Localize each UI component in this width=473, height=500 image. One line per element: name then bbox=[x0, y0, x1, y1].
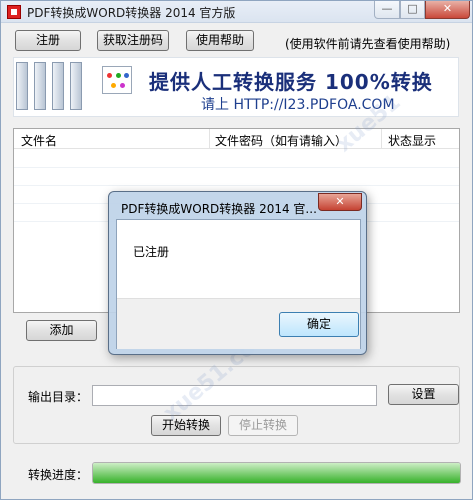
window-title: PDF转换成WORD转换器 2014 官方版 bbox=[27, 6, 236, 20]
output-settings-button[interactable]: 设置 bbox=[388, 384, 459, 405]
get-registration-code-button[interactable]: 获取注册码 bbox=[97, 30, 169, 51]
column-divider[interactable] bbox=[209, 129, 210, 149]
column-header-filename[interactable]: 文件名 bbox=[21, 132, 57, 149]
progress-label: 转换进度： bbox=[28, 468, 89, 482]
banner-board-icon bbox=[102, 66, 132, 94]
progress-bar-fill bbox=[93, 463, 460, 483]
dialog-close-button[interactable]: ✕ bbox=[318, 193, 362, 211]
help-hint-text: (使用软件前请先查看使用帮助) bbox=[285, 37, 451, 51]
column-divider[interactable] bbox=[381, 129, 382, 149]
banner-graphic-panel bbox=[70, 62, 82, 110]
column-header-status[interactable]: 状态显示 bbox=[388, 132, 436, 149]
start-conversion-button[interactable]: 开始转换 bbox=[151, 415, 221, 436]
main-window: PDF转换成WORD转换器 2014 官方版 — □ ✕ 注册 获取注册码 使用… bbox=[0, 0, 473, 500]
app-pdf-icon bbox=[7, 5, 21, 19]
dialog-title: PDF转换成WORD转换器 2014 官... bbox=[121, 202, 317, 216]
banner-graphic-panel bbox=[52, 62, 64, 110]
promo-banner[interactable]: 提供人工转换服务 100%转换 请上 HTTP://I23.PDFOA.COM bbox=[13, 57, 459, 117]
banner-headline: 提供人工转换服务 100%转换 bbox=[149, 70, 433, 94]
maximize-button[interactable]: □ bbox=[400, 1, 425, 19]
dialog-ok-button[interactable]: 确定 bbox=[279, 312, 359, 337]
output-directory-label: 输出目录： bbox=[28, 390, 89, 404]
usage-help-button[interactable]: 使用帮助 bbox=[186, 30, 254, 51]
add-file-button[interactable]: 添加 bbox=[26, 320, 97, 341]
stop-conversion-button: 停止转换 bbox=[228, 415, 298, 436]
banner-url[interactable]: 请上 HTTP://I23.PDFOA.COM bbox=[201, 94, 395, 114]
banner-graphic-panel bbox=[34, 62, 46, 110]
dialog-message: 已注册 bbox=[133, 245, 170, 259]
output-directory-input[interactable] bbox=[92, 385, 377, 406]
list-row-gridline bbox=[14, 185, 459, 186]
list-row-gridline bbox=[14, 167, 459, 168]
message-dialog[interactable]: PDF转换成WORD转换器 2014 官... ✕ 已注册 确定 bbox=[108, 191, 367, 355]
banner-graphic-panel bbox=[16, 62, 28, 110]
conversion-progress-bar bbox=[92, 462, 461, 484]
column-header-password[interactable]: 文件密码（如有请输入） bbox=[215, 132, 347, 149]
minimize-button[interactable]: — bbox=[374, 1, 400, 19]
close-button[interactable]: ✕ bbox=[425, 1, 470, 19]
file-list-header: 文件名 文件密码（如有请输入） 状态显示 bbox=[14, 129, 459, 149]
dialog-footer: 确定 bbox=[117, 298, 360, 349]
register-button[interactable]: 注册 bbox=[15, 30, 81, 51]
dialog-body: 已注册 确定 bbox=[116, 219, 361, 349]
